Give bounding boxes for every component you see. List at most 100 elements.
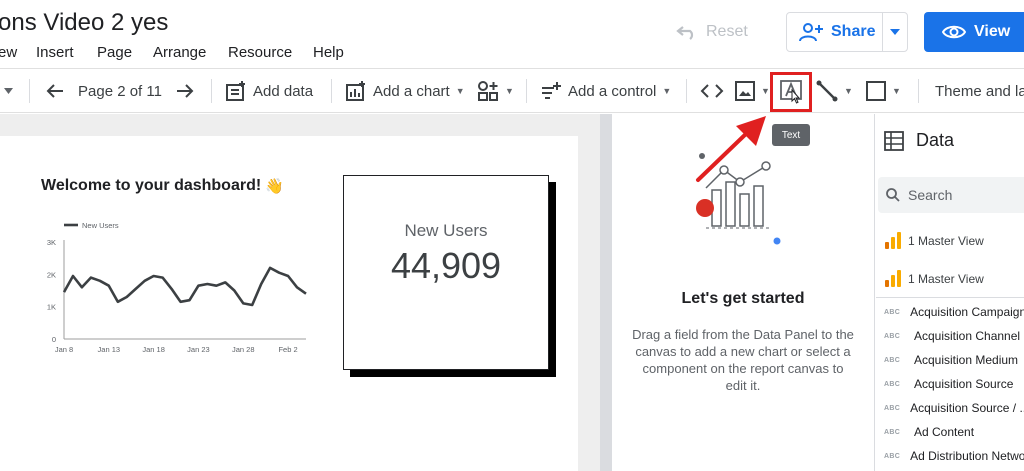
field-item[interactable]: ABC Acquisition Medium — [884, 350, 1024, 370]
components-icon — [478, 81, 498, 101]
toolbar-separator — [526, 79, 527, 103]
data-panel-divider — [876, 297, 1024, 298]
menu-bar: ew Insert Page Arrange Resource Help — [0, 44, 1024, 64]
analytics-icon — [885, 232, 901, 249]
reset-label: Reset — [706, 23, 748, 40]
data-panel-header: Data — [884, 130, 954, 151]
toolbar-separator — [918, 79, 919, 103]
data-panel-title: Data — [916, 130, 955, 150]
text-field-icon: ABC — [884, 452, 901, 460]
data-source-name: 1 Master View — [908, 272, 984, 286]
field-item[interactable]: ABC Acquisition Source / ... — [884, 398, 1024, 418]
arrow-left-icon — [46, 84, 63, 98]
menu-resource[interactable]: Resource — [228, 44, 292, 61]
analytics-icon — [885, 270, 901, 287]
add-control-icon — [542, 82, 561, 99]
x-tick-label: Jan 18 — [142, 345, 165, 354]
data-source-item[interactable]: 1 Master View — [884, 231, 984, 251]
field-name: Acquisition Campaign — [910, 305, 1024, 319]
x-tick-label: Jan 13 — [98, 345, 121, 354]
annotation-arrow-icon — [696, 116, 766, 182]
y-tick-label: 1K — [47, 303, 56, 312]
community-visualizations-button[interactable]: ▼ — [477, 69, 514, 113]
canvas-scrollbar[interactable] — [600, 114, 612, 471]
welcome-text: Welcome to your dashboard! — [41, 177, 262, 194]
caret-down-icon — [4, 88, 13, 94]
welcome-heading[interactable]: Welcome to your dashboard! 👋 — [41, 177, 284, 195]
text-tool-icon — [780, 80, 802, 104]
field-item[interactable]: ABC Ad Content — [884, 422, 1024, 442]
field-item[interactable]: ABC Ad Distribution Network — [884, 446, 1024, 466]
field-name: Acquisition Source / ... — [910, 401, 1024, 415]
line-chart[interactable]: 0 1K 2K 3K Jan 8 Jan 13 Jan 18 Jan 23 Jan 28 Feb … — [30, 214, 310, 364]
add-chart-label: Add a chart — [373, 82, 450, 100]
report-title[interactable]: ons Video 2 yes — [0, 9, 168, 37]
add-chart-button[interactable]: Add a chart ▼ — [345, 69, 465, 113]
image-button[interactable]: ▼ — [735, 69, 770, 113]
field-name: Ad Content — [914, 425, 975, 439]
y-tick-label: 0 — [52, 335, 56, 344]
field-search-input[interactable]: Search — [878, 177, 1024, 213]
code-icon — [700, 84, 724, 98]
theme-and-layout-button[interactable]: Theme and la — [935, 69, 1024, 113]
caret-down-icon: ▼ — [505, 86, 514, 96]
series-line-new-users — [62, 266, 307, 307]
next-page-button[interactable] — [176, 69, 194, 113]
text-button[interactable] — [770, 72, 812, 112]
toolbar-separator — [686, 79, 687, 103]
eye-icon — [942, 25, 966, 39]
x-tick-label: Feb 2 — [278, 345, 297, 354]
toolbar-separator — [331, 79, 332, 103]
image-icon — [735, 81, 755, 101]
scorecard[interactable]: New Users 44,909 — [343, 175, 549, 370]
field-item[interactable]: ABC Acquisition Channel — [884, 326, 1024, 346]
text-field-icon: ABC — [884, 356, 901, 364]
menu-page[interactable]: Page — [97, 44, 132, 61]
arrow-right-icon — [177, 84, 194, 98]
toolbar: Page 2 of 11 Add data Add a chart ▼ ▼ Ad… — [0, 68, 1024, 113]
menu-insert[interactable]: Insert — [36, 44, 74, 61]
field-name: Acquisition Medium — [914, 353, 1019, 367]
data-source-name: 1 Master View — [908, 234, 984, 248]
caret-down-icon: ▼ — [892, 86, 901, 96]
title-bar: ons Video 2 yes Reset Share View — [0, 0, 1024, 52]
x-tick-label: Jan 8 — [55, 345, 73, 354]
getting-started-title: Let's get started — [681, 290, 805, 307]
text-field-icon: ABC — [884, 428, 901, 436]
text-field-icon: ABC — [884, 404, 901, 412]
menu-arrange[interactable]: Arrange — [153, 44, 206, 61]
url-embed-button[interactable] — [700, 69, 724, 113]
toolbar-overflow-dropdown[interactable] — [4, 69, 13, 113]
search-icon — [886, 188, 900, 202]
add-control-button[interactable]: Add a control ▼ — [540, 69, 671, 113]
add-person-icon — [799, 23, 823, 42]
caret-down-icon: ▼ — [761, 86, 770, 96]
text-field-icon: ABC — [884, 308, 901, 316]
menu-view[interactable]: ew — [0, 44, 17, 61]
caret-down-icon: ▼ — [455, 86, 465, 96]
caret-down-icon: ▼ — [844, 86, 853, 96]
share-label: Share — [831, 23, 876, 40]
data-source-item[interactable]: 1 Master View — [884, 269, 984, 289]
page-indicator[interactable]: Page 2 of 11 — [78, 69, 162, 113]
rectangle-icon — [866, 81, 886, 101]
field-item[interactable]: ABC Acquisition Campaign — [884, 302, 1024, 322]
add-chart-icon — [346, 81, 365, 101]
search-placeholder: Search — [908, 187, 953, 203]
share-options-dropdown[interactable] — [883, 29, 907, 35]
text-field-icon: ABC — [884, 332, 901, 340]
x-tick-label: Jan 28 — [232, 345, 255, 354]
getting-started-description: Drag a field from the Data Panel to the … — [632, 327, 854, 393]
menu-help[interactable]: Help — [313, 44, 344, 61]
scorecard-label: New Users — [404, 221, 488, 240]
x-tick-label: Jan 23 — [187, 345, 210, 354]
line-button[interactable]: ▼ — [816, 69, 853, 113]
field-item[interactable]: ABC Acquisition Source — [884, 374, 1024, 394]
undo-icon — [676, 26, 694, 40]
shape-button[interactable]: ▼ — [866, 69, 901, 113]
share-button[interactable]: Share — [787, 22, 882, 42]
add-data-button[interactable]: Add data — [225, 69, 313, 113]
text-tooltip: Text — [772, 124, 810, 146]
add-control-label: Add a control — [568, 82, 657, 100]
previous-page-button[interactable] — [46, 69, 64, 113]
